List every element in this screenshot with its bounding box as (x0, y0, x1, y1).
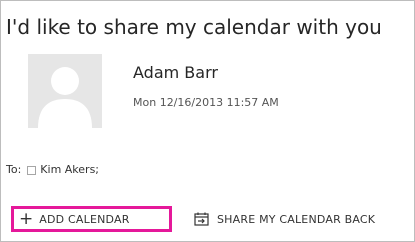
to-label: To: (6, 163, 22, 176)
recipient-checkbox-icon[interactable] (27, 165, 37, 175)
recipient-name[interactable]: Kim Akers; (40, 163, 99, 177)
to-line: To: Kim Akers; (6, 163, 99, 177)
sender-avatar (28, 54, 102, 128)
add-calendar-label: ADD CALENDAR (39, 212, 130, 226)
sent-timestamp: Mon 12/16/2013 11:57 AM (133, 96, 279, 109)
person-silhouette-icon (38, 67, 92, 128)
sender-name[interactable]: Adam Barr (133, 63, 218, 83)
share-calendar-back-button[interactable]: SHARE MY CALENDAR BACK (194, 210, 375, 228)
message-pane: I'd like to share my calendar with you A… (0, 0, 415, 242)
add-calendar-button[interactable]: + ADD CALENDAR (11, 206, 172, 232)
share-calendar-icon (194, 212, 209, 226)
share-calendar-back-label: SHARE MY CALENDAR BACK (217, 212, 376, 226)
message-subject: I'd like to share my calendar with you (6, 15, 382, 39)
plus-icon: + (19, 208, 34, 229)
